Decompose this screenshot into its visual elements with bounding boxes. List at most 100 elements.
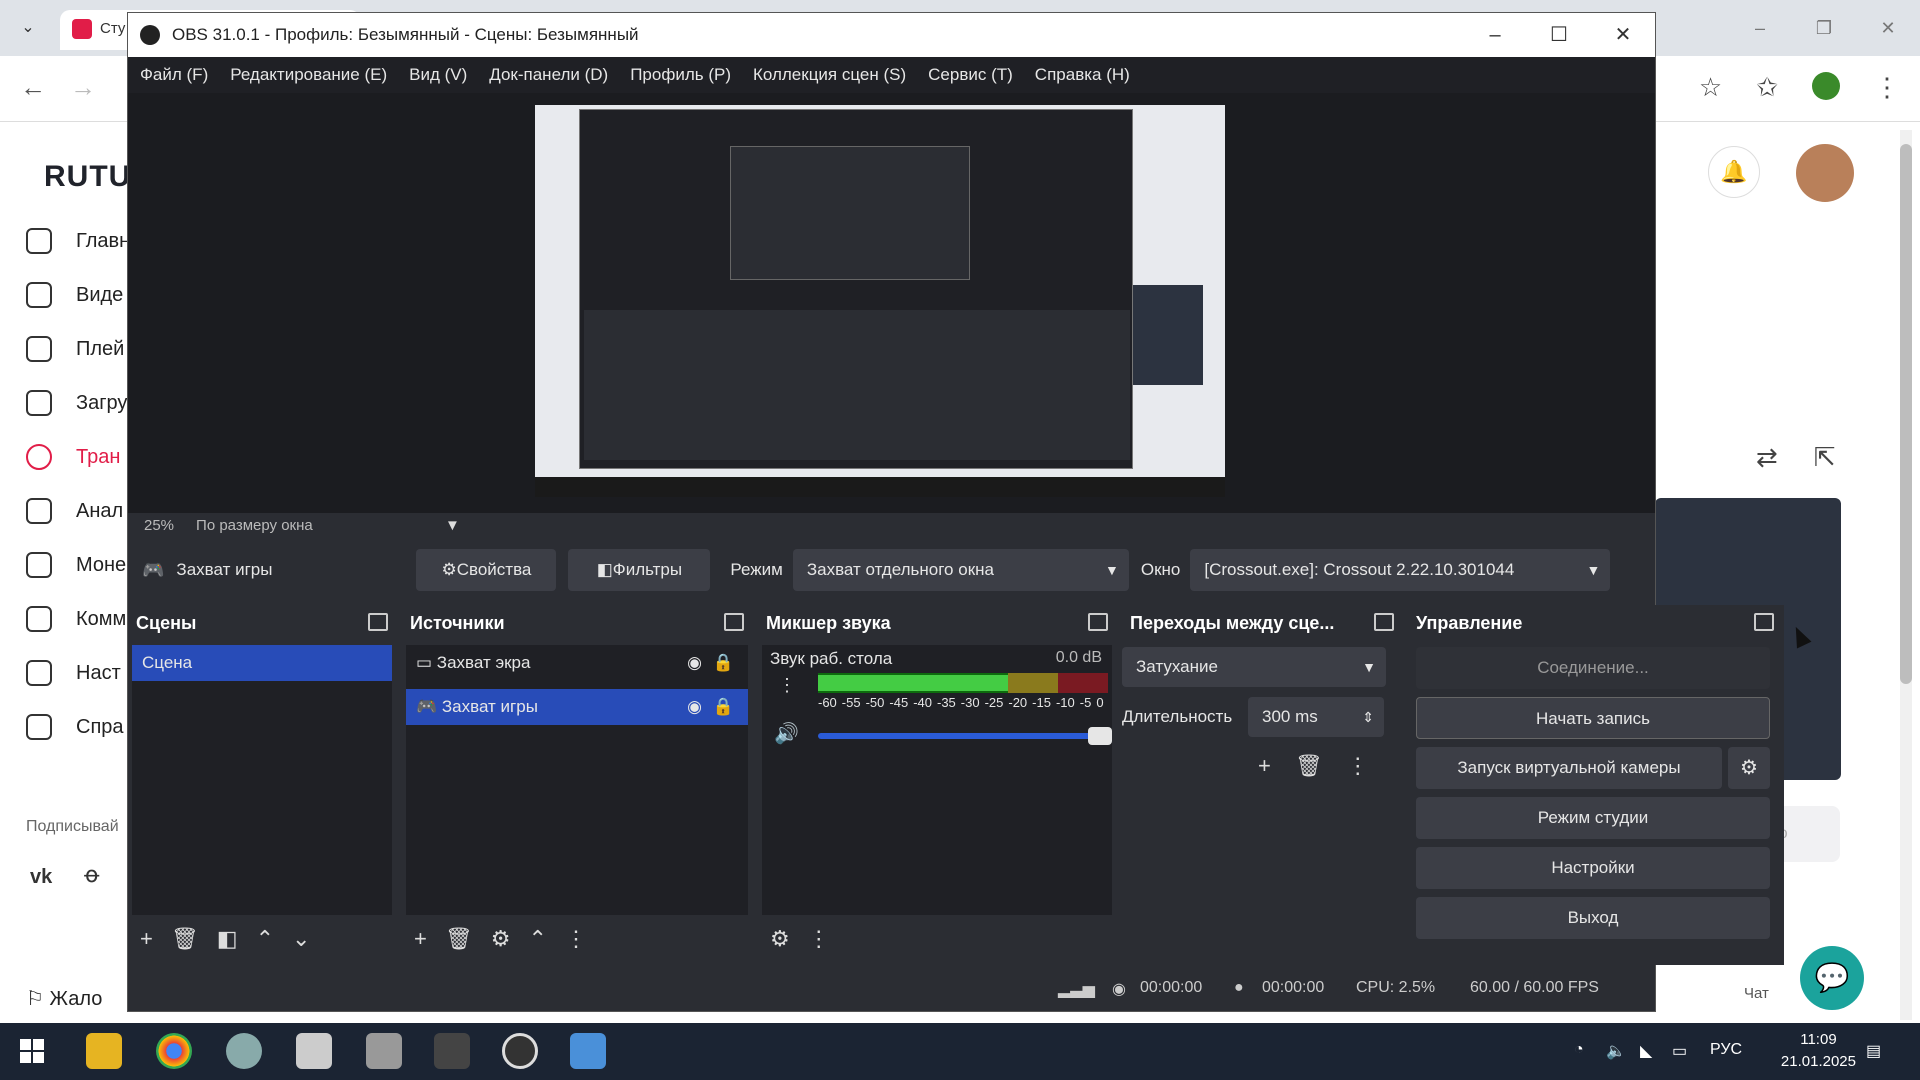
scene-item[interactable]: Сцена xyxy=(132,645,392,681)
volume-slider-handle[interactable] xyxy=(1088,727,1112,745)
rutube-logo[interactable]: RUTU xyxy=(44,160,131,194)
sidebar-item-video[interactable]: Виде xyxy=(26,282,123,308)
source-item[interactable]: 🎮 Захват игры ◉ 🔒 xyxy=(406,689,748,725)
sidebar-item-upload[interactable]: Загру xyxy=(26,390,127,416)
file-explorer-icon[interactable] xyxy=(86,1033,122,1069)
page-scrollbar[interactable] xyxy=(1900,130,1912,1020)
minimize-icon[interactable]: – xyxy=(1463,13,1527,57)
trash-icon[interactable]: 🗑 xyxy=(445,926,473,952)
kebab-menu-icon[interactable]: ⋮ xyxy=(808,926,830,952)
spinner-icon[interactable]: ⇕ xyxy=(1362,709,1374,726)
clapperboard-icon[interactable] xyxy=(296,1033,332,1069)
add-icon[interactable]: + xyxy=(414,926,427,952)
chevron-down-icon[interactable]: ⌄ xyxy=(292,926,310,952)
add-icon[interactable]: + xyxy=(140,926,153,952)
speaker-icon[interactable]: 🔊 xyxy=(774,721,799,746)
bookmarks-icon[interactable]: ✩ xyxy=(1756,72,1778,103)
odnoklassniki-icon[interactable]: ꝋ xyxy=(84,862,100,888)
nvidia-icon[interactable]: ◣ xyxy=(1640,1041,1652,1061)
eye-icon[interactable]: ◉ xyxy=(687,645,702,681)
language-indicator[interactable]: РУС xyxy=(1710,1041,1742,1059)
volume-slider[interactable] xyxy=(818,727,1112,745)
eye-icon[interactable]: ◉ xyxy=(687,689,702,725)
kebab-menu-icon[interactable]: ⋮ xyxy=(1347,753,1369,779)
filters-button[interactable]: ◧ Фильтры xyxy=(568,549,711,591)
menu-tools[interactable]: Сервис (T) xyxy=(928,57,1013,93)
source-item[interactable]: ▭ Захват экра ◉ 🔒 xyxy=(406,645,748,681)
start-virtual-camera-button[interactable]: Запуск виртуальной камеры xyxy=(1416,747,1722,789)
chevron-up-icon[interactable]: ⌃ xyxy=(529,926,547,952)
properties-button[interactable]: ⚙ Свойства xyxy=(416,549,557,591)
tool-icon[interactable] xyxy=(434,1033,470,1069)
undock-icon[interactable] xyxy=(1088,613,1108,631)
gear-icon[interactable]: ⚙ xyxy=(1728,747,1770,789)
avatar[interactable] xyxy=(1796,144,1854,202)
sidebar-item-home[interactable]: Главн xyxy=(26,228,130,254)
kebab-menu-icon[interactable]: ⋮ xyxy=(565,926,587,952)
close-icon[interactable]: ✕ xyxy=(1856,0,1920,56)
sidebar-item-monetization[interactable]: Моне xyxy=(26,552,126,578)
back-arrow-icon[interactable]: ← xyxy=(20,72,46,103)
maximize-icon[interactable]: ☐ xyxy=(1527,13,1591,57)
crossout-icon[interactable] xyxy=(226,1033,262,1069)
menu-edit[interactable]: Редактирование (E) xyxy=(230,57,387,93)
close-icon[interactable]: ✕ xyxy=(1591,13,1655,57)
gear-icon[interactable]: ⚙ xyxy=(491,926,511,952)
lock-icon[interactable]: 🔒 xyxy=(713,689,734,725)
complain-link[interactable]: ⚐ Жало xyxy=(26,986,102,1011)
zoom-mode-select[interactable]: По размеру окна xyxy=(196,517,313,534)
restore-icon[interactable]: ❐ xyxy=(1792,0,1856,56)
obs-icon[interactable] xyxy=(502,1033,538,1069)
screenshot-app-icon[interactable] xyxy=(570,1033,606,1069)
gear-icon[interactable]: ⚙ xyxy=(770,926,790,952)
add-icon[interactable]: + xyxy=(1258,753,1271,779)
bell-icon[interactable]: 🔔 xyxy=(1708,146,1760,198)
menu-docks[interactable]: Док-панели (D) xyxy=(489,57,608,93)
filter-icon[interactable]: ◧ xyxy=(217,926,238,952)
exit-button[interactable]: Выход xyxy=(1416,897,1770,939)
profile-avatar-icon[interactable] xyxy=(1812,72,1840,100)
kebab-menu-icon[interactable]: ⋮ xyxy=(1874,72,1900,103)
star-icon[interactable]: ☆ xyxy=(1699,72,1722,103)
external-link-icon[interactable]: ⇱ xyxy=(1814,442,1836,473)
windows-start-icon[interactable] xyxy=(20,1039,44,1063)
sidebar-item-comments[interactable]: Комм xyxy=(26,606,126,632)
tab-list-button[interactable]: ⌄ xyxy=(14,14,42,42)
menu-profile[interactable]: Профиль (P) xyxy=(630,57,731,93)
forward-arrow-icon[interactable]: → xyxy=(70,72,96,103)
undock-icon[interactable] xyxy=(368,613,388,631)
sidebar-item-help[interactable]: Спра xyxy=(26,714,124,740)
clock[interactable]: 11:09 21.01.2025 xyxy=(1781,1029,1856,1073)
duration-input[interactable]: 300 ms ⇕ xyxy=(1248,697,1384,737)
trash-icon[interactable]: 🗑 xyxy=(1295,753,1323,779)
sidebar-item-settings[interactable]: Наст xyxy=(26,660,121,686)
network-icon[interactable]: ▭ xyxy=(1672,1041,1687,1061)
chat-icon[interactable]: 💬 xyxy=(1800,946,1864,1010)
kebab-menu-icon[interactable]: ⋮ xyxy=(778,675,796,696)
archive-icon[interactable] xyxy=(366,1033,402,1069)
connect-button[interactable]: Соединение... xyxy=(1416,647,1770,689)
sidebar-item-playlists[interactable]: Плей xyxy=(26,336,124,362)
sidebar-item-analytics[interactable]: Анал xyxy=(26,498,123,524)
menu-help[interactable]: Справка (H) xyxy=(1035,57,1130,93)
share-icon[interactable]: ⇄ xyxy=(1756,442,1778,473)
chevron-up-icon[interactable]: ⌃ xyxy=(256,926,274,952)
trash-icon[interactable]: 🗑 xyxy=(171,926,199,952)
transition-select[interactable]: Затухание ▼ xyxy=(1122,647,1386,687)
undock-icon[interactable] xyxy=(1754,613,1774,631)
volume-icon[interactable]: 🔈 xyxy=(1606,1041,1626,1061)
wifi-status-icon[interactable]: ◔ xyxy=(1574,1041,1584,1059)
menu-scene-collection[interactable]: Коллекция сцен (S) xyxy=(753,57,906,93)
window-select[interactable]: [Crossout.exe]: Crossout 2.22.10.301044 ▼ xyxy=(1190,549,1611,591)
vk-icon[interactable]: vk xyxy=(30,866,52,889)
settings-button[interactable]: Настройки xyxy=(1416,847,1770,889)
menu-view[interactable]: Вид (V) xyxy=(409,57,467,93)
minimize-icon[interactable]: – xyxy=(1728,0,1792,56)
chevron-down-icon[interactable]: ▼ xyxy=(445,513,460,539)
undock-icon[interactable] xyxy=(1374,613,1394,631)
mode-select[interactable]: Захват отдельного окна ▼ xyxy=(792,549,1129,591)
scrollbar-thumb[interactable] xyxy=(1900,144,1912,684)
sidebar-item-broadcast[interactable]: Тран xyxy=(26,444,120,470)
preview-canvas[interactable] xyxy=(128,93,1655,513)
lock-icon[interactable]: 🔒 xyxy=(713,645,734,681)
